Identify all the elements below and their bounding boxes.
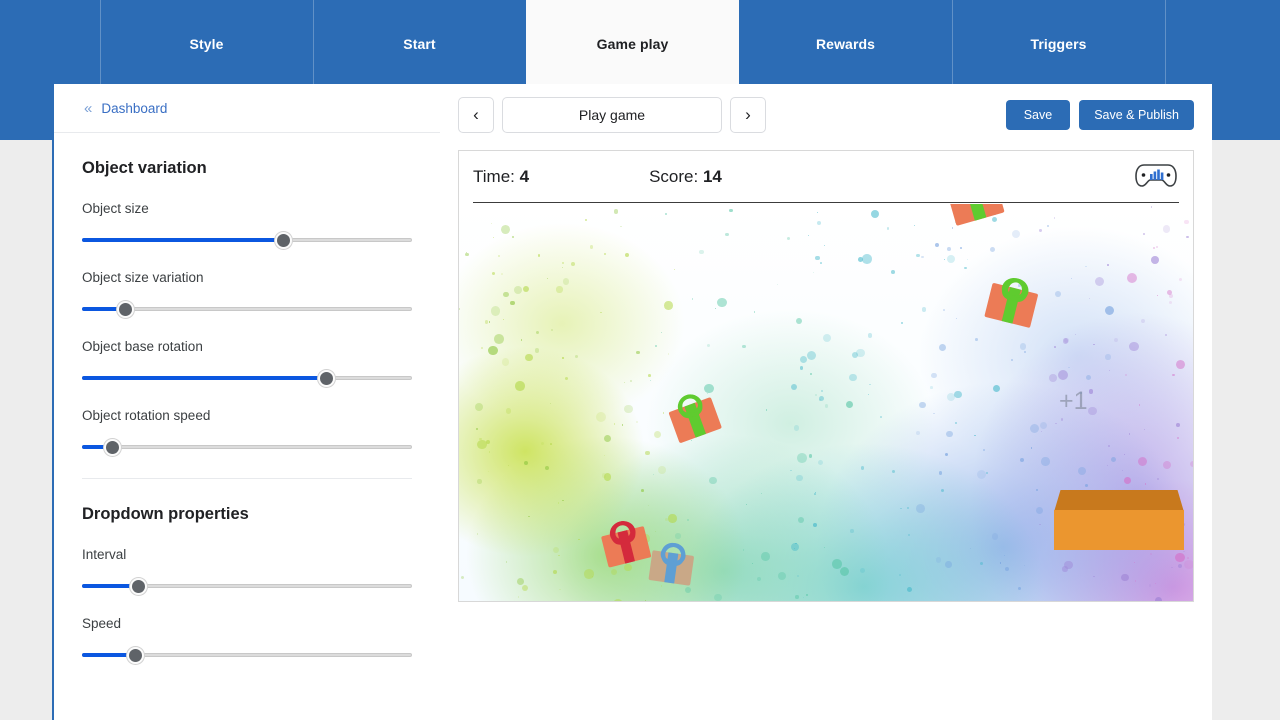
- slider-object-size[interactable]: [82, 232, 412, 249]
- slider-thumb[interactable]: [116, 301, 134, 318]
- tab-start-label: Start: [403, 35, 436, 52]
- tab-style-label: Style: [189, 35, 224, 52]
- slider-object-rotation-speed[interactable]: [82, 439, 412, 456]
- game-preview-wrapper: Time: 4 Score: 14 +1: [458, 150, 1194, 685]
- label-speed: Speed: [82, 616, 122, 631]
- settings-sidebar: « Dashboard Object variation Object size…: [52, 84, 440, 720]
- tab-game-play[interactable]: Game play: [526, 0, 739, 87]
- tab-triggers[interactable]: Triggers: [952, 0, 1165, 87]
- field-speed: Speed: [82, 616, 412, 664]
- section-object-variation: Object variation Object size Object size…: [82, 133, 412, 478]
- page-background-right: [1212, 140, 1280, 720]
- basket-body: [1054, 510, 1184, 550]
- chevron-left-icon: ‹: [473, 105, 479, 124]
- slider-fill: [82, 238, 284, 242]
- sidebar-body: Object variation Object size Object size…: [54, 133, 440, 686]
- page-name-selector[interactable]: Play game: [502, 97, 722, 133]
- previous-page-button[interactable]: ‹: [458, 97, 494, 133]
- dashboard-back-label: Dashboard: [101, 100, 168, 116]
- label-interval: Interval: [82, 547, 127, 562]
- hud-time-value: 4: [519, 166, 530, 186]
- gamepad-icon[interactable]: [1135, 162, 1177, 188]
- tab-bar-left-spacer: [0, 0, 100, 87]
- slider-thumb[interactable]: [126, 647, 144, 664]
- slider-object-size-variation[interactable]: [82, 301, 412, 318]
- hud-time-label: Time:: [473, 166, 515, 186]
- page-name-label: Play game: [578, 107, 646, 123]
- label-object-base-rotation: Object base rotation: [82, 339, 203, 354]
- section-dropdown-properties: Dropdown properties Interval Speed: [82, 478, 412, 686]
- section-title-dropdown-properties: Dropdown properties: [82, 505, 249, 523]
- slider-fill: [82, 376, 327, 380]
- save-button[interactable]: Save: [1005, 100, 1071, 130]
- slider-thumb[interactable]: [275, 232, 293, 249]
- tab-rewards[interactable]: Rewards: [739, 0, 952, 87]
- tab-bar: Style Start Game play Rewards Triggers: [0, 0, 1280, 87]
- label-object-rotation-speed: Object rotation speed: [82, 408, 211, 423]
- field-object-size: Object size: [82, 201, 412, 249]
- tab-style[interactable]: Style: [100, 0, 313, 87]
- hud-score-value: 14: [702, 166, 722, 186]
- hud-score: Score: 14: [649, 167, 722, 187]
- tab-triggers-label: Triggers: [1030, 35, 1087, 52]
- save-and-publish-button[interactable]: Save & Publish: [1079, 100, 1194, 130]
- section-title-object-variation: Object variation: [82, 159, 207, 177]
- game-hud: Time: 4 Score: 14: [473, 151, 1179, 203]
- game-preview-card[interactable]: Time: 4 Score: 14 +1: [458, 150, 1194, 602]
- slider-thumb[interactable]: [130, 578, 148, 595]
- field-object-size-variation: Object size variation: [82, 270, 412, 318]
- tab-start[interactable]: Start: [313, 0, 526, 87]
- slider-thumb[interactable]: [318, 370, 336, 387]
- label-object-size: Object size: [82, 201, 149, 216]
- game-play-area[interactable]: +1: [459, 204, 1193, 601]
- gift-box[interactable]: [648, 540, 695, 586]
- sidebar-header: « Dashboard: [54, 84, 440, 133]
- slider-speed[interactable]: [82, 647, 412, 664]
- gift-bow-icon: [663, 542, 685, 561]
- field-object-rotation-speed: Object rotation speed: [82, 408, 412, 456]
- catch-basket[interactable]: [1054, 490, 1184, 550]
- tab-rewards-label: Rewards: [815, 35, 876, 52]
- next-page-button[interactable]: ›: [730, 97, 766, 133]
- floating-score-indicator: +1: [1059, 387, 1088, 415]
- tab-bar-right-spacer: [1165, 0, 1279, 87]
- hud-time: Time: 4: [473, 167, 529, 187]
- chevron-right-icon: ›: [745, 105, 751, 124]
- field-object-base-rotation: Object base rotation: [82, 339, 412, 387]
- slider-track: [82, 445, 412, 449]
- label-object-size-variation: Object size variation: [82, 270, 204, 285]
- tab-game-play-label: Game play: [596, 35, 669, 52]
- basket-rim: [1054, 490, 1184, 512]
- slider-object-base-rotation[interactable]: [82, 370, 412, 387]
- slider-interval[interactable]: [82, 578, 412, 595]
- main-content-panel: ‹ Play game › Save Save & Publish Time: …: [440, 84, 1212, 720]
- editor-toolbar: ‹ Play game › Save Save & Publish: [440, 84, 1212, 146]
- hud-score-label: Score:: [649, 166, 699, 186]
- chevron-double-left-icon: «: [84, 99, 93, 117]
- field-interval: Interval: [82, 547, 412, 595]
- gift-bow-icon: [610, 519, 634, 540]
- slider-thumb[interactable]: [103, 439, 121, 456]
- dashboard-back-link[interactable]: « Dashboard: [84, 101, 167, 116]
